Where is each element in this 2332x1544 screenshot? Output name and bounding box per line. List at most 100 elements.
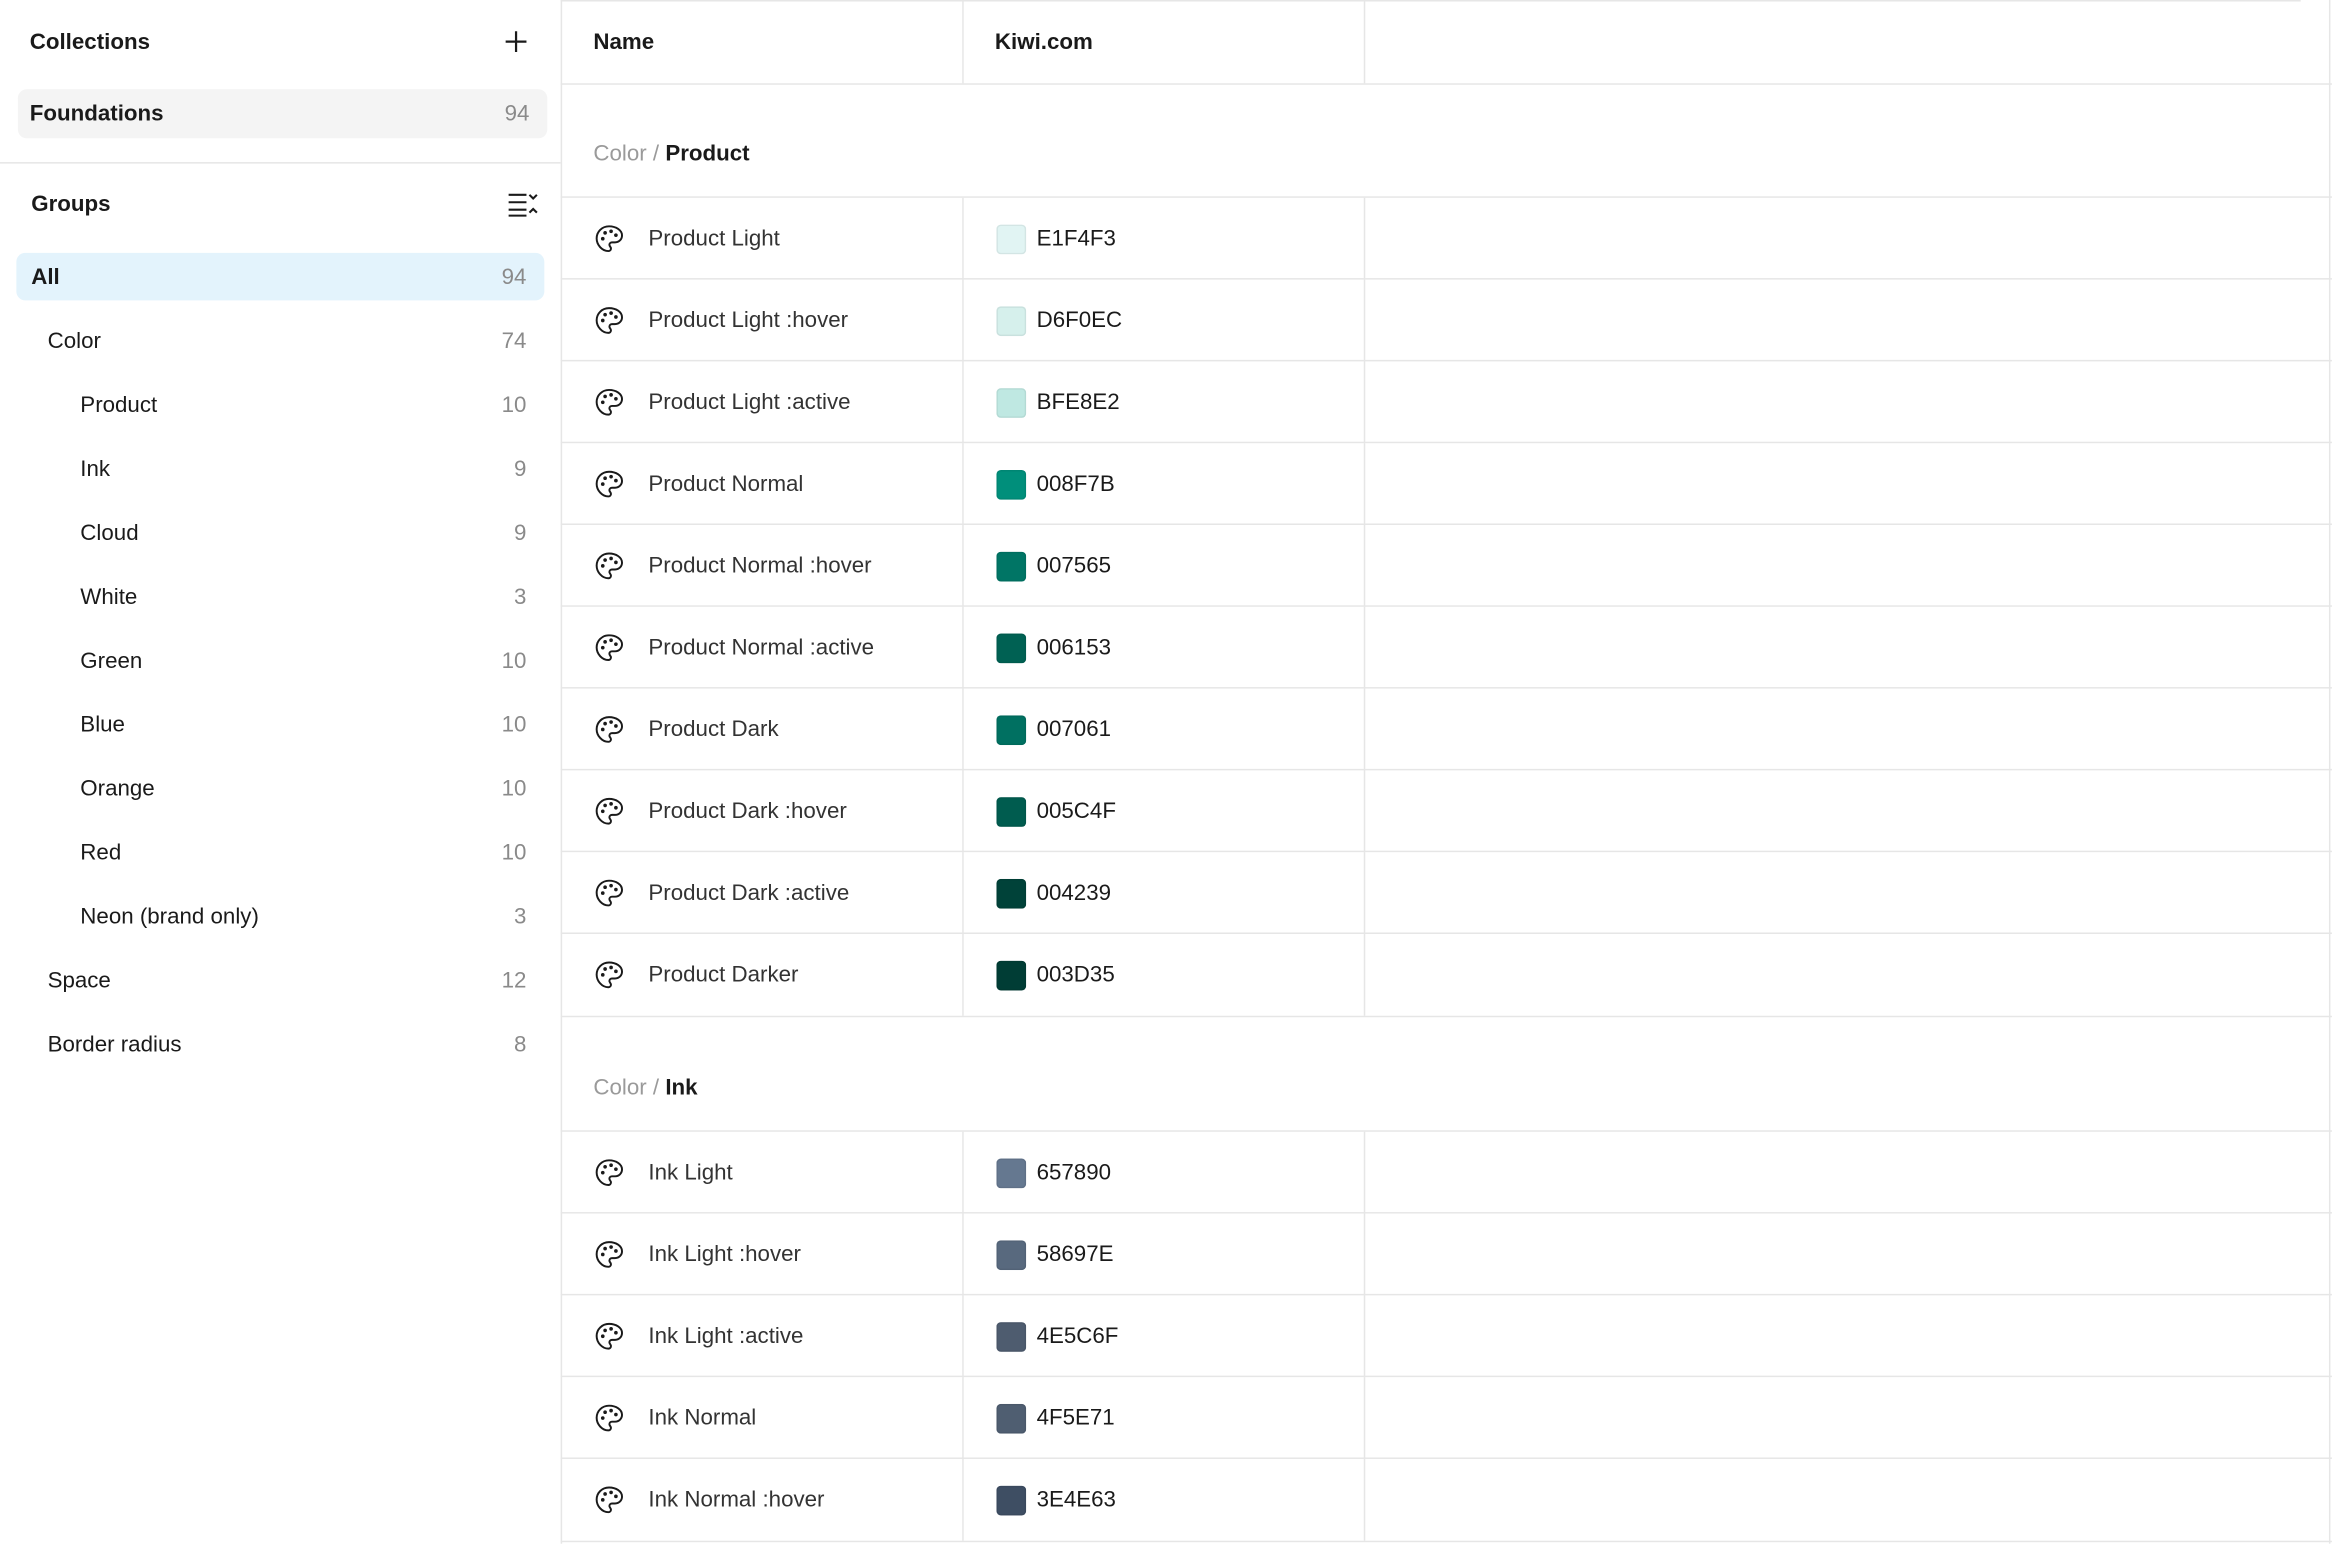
group-item-all[interactable]: All 94 [16,252,545,301]
color-swatch[interactable] [996,878,1027,908]
color-swatch[interactable] [996,632,1027,663]
group-count: 9 [514,519,527,546]
group-item-space[interactable]: Space 12 [16,956,544,1004]
table-row[interactable]: Product Dark :hover 005C4F [560,768,2332,853]
column-header-mode[interactable]: Kiwi.com [995,0,1093,83]
variable-name: Ink Normal :hover [648,1487,825,1513]
variable-value-cell[interactable]: 007061 [996,689,1111,771]
variable-value-cell[interactable]: 005C4F [996,770,1116,852]
table-row[interactable]: Ink Normal :hover 3E4E63 [560,1457,2332,1543]
color-swatch[interactable] [996,223,1027,254]
column-divider [962,688,964,771]
sidebar: Collections Foundations 94 Groups All 94 C… [0,0,563,1544]
variable-value-cell[interactable]: 3E4E63 [996,1459,1116,1541]
color-swatch[interactable] [996,796,1027,827]
variable-name: Ink Light :active [648,1323,804,1349]
table-row[interactable]: Ink Light :active 4E5C6F [560,1293,2332,1378]
table-row[interactable]: Product Dark :active 004239 [560,850,2332,934]
table-row[interactable]: Product Light :active BFE8E2 [560,359,2332,444]
group-label: Neon (brand only) [80,903,259,929]
color-swatch[interactable] [996,1157,1027,1188]
group-count: 12 [501,967,527,993]
variable-value-cell[interactable]: 006153 [996,607,1111,689]
group-count: 10 [501,839,527,865]
column-divider [962,524,964,607]
group-item-ink[interactable]: Ink 9 [16,445,544,493]
variable-name-cell: Product Darker [593,934,798,1016]
column-divider [1363,852,1366,934]
group-label: Red [80,839,122,865]
variable-value-cell[interactable]: E1F4F3 [996,198,1116,280]
hex-value: 657890 [1036,1160,1112,1186]
table-row[interactable]: Product Normal :hover 007565 [560,523,2332,607]
table-row[interactable]: Product Normal 008F7B [560,441,2332,525]
variable-value-cell[interactable]: 4F5E71 [996,1377,1115,1459]
variable-name-cell: Product Normal :hover [593,525,872,607]
group-item-neon-brand-only[interactable]: Neon (brand only) 3 [16,892,544,940]
column-divider [1363,0,1366,84]
group-item-green[interactable]: Green 10 [16,637,544,685]
column-header-name[interactable]: Name [593,0,654,83]
table-row[interactable]: Ink Normal 4F5E71 [560,1375,2332,1459]
color-swatch[interactable] [996,305,1027,336]
collapse-groups-button[interactable] [507,190,540,217]
table-row[interactable]: Ink Light :hover 58697E [560,1212,2332,1296]
variable-value-cell[interactable]: 4E5C6F [996,1295,1118,1377]
column-divider [1363,770,1366,853]
hex-value: 4F5E71 [1036,1405,1115,1431]
variable-value-cell[interactable]: 008F7B [996,443,1115,525]
variable-name: Product Normal :hover [648,553,872,579]
table-row[interactable]: Product Darker 003D35 [560,932,2332,1018]
column-divider [1363,688,1366,771]
column-divider [1363,1377,1366,1459]
variable-value-cell[interactable]: BFE8E2 [996,361,1120,443]
variable-name: Product Dark :active [648,880,850,906]
variable-name: Product Dark :hover [648,798,847,824]
color-swatch[interactable] [996,714,1027,745]
color-swatch[interactable] [996,1321,1027,1352]
color-swatch[interactable] [996,1484,1027,1515]
variable-name: Ink Normal [648,1405,757,1431]
variable-name: Product Dark [648,716,779,743]
color-swatch[interactable] [996,959,1027,990]
table-row[interactable]: Product Light :hover D6F0EC [560,278,2332,362]
table-row[interactable]: Product Normal :active 006153 [560,605,2332,689]
palette-icon [593,632,624,663]
variable-name-cell: Product Light :hover [593,280,848,362]
table-row[interactable]: Ink Light 657890 [560,1130,2332,1214]
variable-name: Product Light [648,226,780,252]
color-swatch[interactable] [996,387,1027,418]
variable-value-cell[interactable]: 657890 [996,1132,1111,1214]
group-item-blue[interactable]: Blue 10 [16,700,544,748]
group-item-red[interactable]: Red 10 [16,828,544,876]
variable-value-cell[interactable]: 003D35 [996,934,1115,1016]
variable-value-cell[interactable]: 007565 [996,525,1111,607]
variable-name: Product Darker [648,962,799,988]
variable-value-cell[interactable]: 58697E [996,1214,1113,1296]
group-label: Border radius [47,1031,182,1057]
add-collection-button[interactable] [501,27,531,57]
color-swatch[interactable] [996,1239,1027,1270]
group-item-cloud[interactable]: Cloud 9 [16,509,544,557]
palette-icon [593,714,624,745]
palette-icon [593,1321,624,1352]
group-item-product[interactable]: Product 10 [16,381,544,429]
group-item-color[interactable]: Color 74 [16,317,544,365]
section-title: Color / Ink [593,1075,697,1100]
variable-value-cell[interactable]: 004239 [996,852,1111,934]
column-divider [962,279,964,362]
color-swatch[interactable] [996,469,1027,499]
variable-value-cell[interactable]: D6F0EC [996,280,1122,362]
collection-item-foundations[interactable]: Foundations 94 [17,89,548,139]
sidebar-divider [0,162,561,164]
column-divider [962,1295,964,1378]
table-row[interactable]: Product Light E1F4F3 [560,196,2332,280]
color-swatch[interactable] [996,551,1027,581]
group-item-white[interactable]: White 3 [16,573,544,621]
hex-value: 007565 [1036,553,1112,579]
color-swatch[interactable] [996,1403,1027,1433]
table-row[interactable]: Product Dark 007061 [560,687,2332,771]
group-item-orange[interactable]: Orange 10 [16,764,544,812]
group-item-border-radius[interactable]: Border radius 8 [16,1020,544,1068]
variable-name: Product Normal [648,471,804,497]
